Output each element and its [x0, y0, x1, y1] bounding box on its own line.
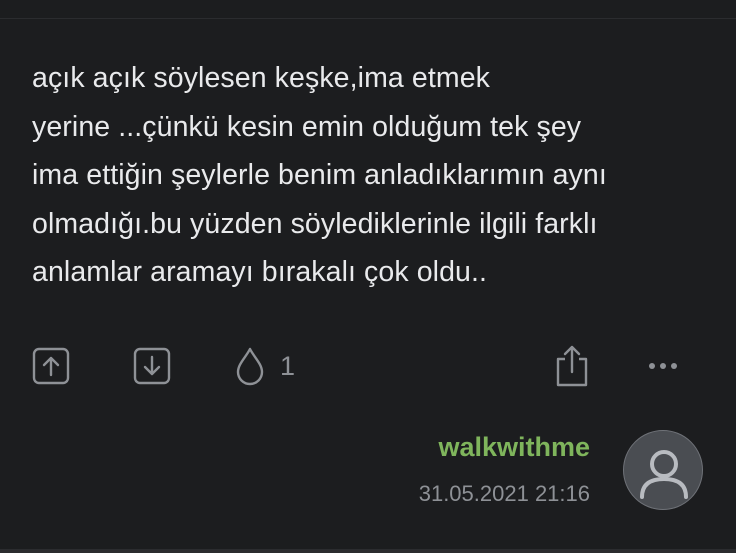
bottom-divider — [0, 549, 736, 553]
more-options-button[interactable] — [648, 338, 678, 394]
entry-timestamp[interactable]: 31.05.2021 21:16 — [419, 481, 590, 507]
favorite-button[interactable]: 1 — [234, 338, 295, 394]
author-username[interactable]: walkwithme — [438, 432, 590, 463]
more-dots-icon — [649, 363, 677, 369]
share-button[interactable] — [553, 338, 591, 394]
author-avatar[interactable] — [623, 430, 703, 510]
user-avatar-icon — [640, 450, 688, 499]
drop-icon — [236, 347, 264, 386]
entry-card: açık açık söylesen keşke,ima etmek yerin… — [0, 0, 736, 553]
entry-actions-bar: 1 — [0, 338, 736, 394]
arrow-down-box-icon — [133, 347, 171, 385]
arrow-up-box-icon — [32, 347, 70, 385]
upvote-button[interactable] — [32, 338, 70, 394]
favorite-count: 1 — [280, 350, 296, 381]
downvote-button[interactable] — [133, 338, 171, 394]
top-divider — [0, 18, 736, 19]
share-icon — [556, 345, 588, 387]
entry-text: açık açık söylesen keşke,ima etmek yerin… — [32, 62, 607, 288]
